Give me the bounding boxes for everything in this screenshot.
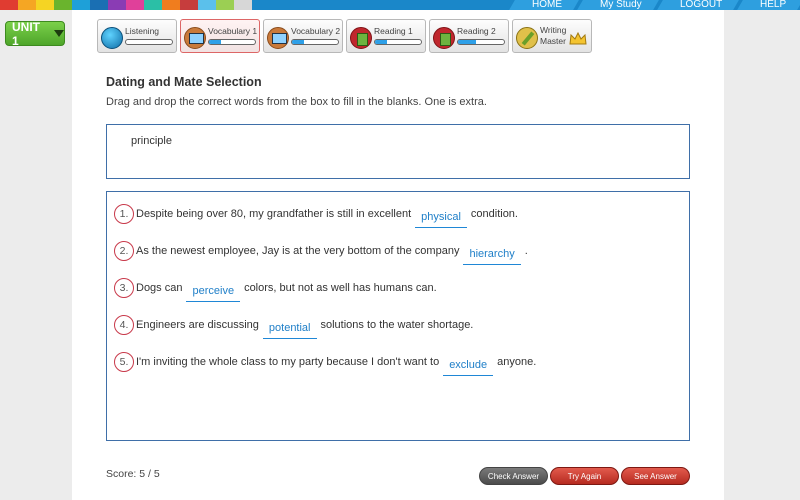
activity-title: Dating and Mate Selection xyxy=(106,75,262,89)
question-text-after: solutions to the water shortage. xyxy=(320,319,474,331)
activity-tabs: Listening Vocabulary 1 Vocabulary 2 Read… xyxy=(97,19,595,53)
question-item: 4. Engineers are discussing potential so… xyxy=(114,313,474,339)
question-text-before: Dogs can xyxy=(136,282,183,294)
unit-selector-button[interactable]: UNIT 1 xyxy=(5,19,65,48)
color-stripe-segment xyxy=(162,0,180,10)
color-stripe-segment xyxy=(0,0,18,10)
progress-fill xyxy=(292,40,304,44)
draggable-word[interactable]: principle xyxy=(131,135,172,147)
try-again-button[interactable]: Try Again xyxy=(550,467,619,485)
monitor-icon xyxy=(267,27,289,49)
top-nav: HOME My Study LOGOUT HELP xyxy=(508,0,800,10)
dropdown-arrow-icon xyxy=(54,30,64,37)
activity-instructions: Drag and drop the correct words from the… xyxy=(106,96,487,108)
question-text-before: Despite being over 80, my grandfather is… xyxy=(136,208,412,220)
book-icon xyxy=(350,27,372,49)
color-stripe-segment xyxy=(180,0,198,10)
color-stripe-segment xyxy=(36,0,54,10)
color-stripe-segment xyxy=(18,0,36,10)
color-stripe-segment xyxy=(54,0,72,10)
question-text-after: . xyxy=(524,245,528,257)
question-text-after: colors, but not as well has humans can. xyxy=(244,282,437,294)
question-number: 1. xyxy=(114,204,134,224)
monitor-icon xyxy=(184,27,206,49)
tab-listening[interactable]: Listening xyxy=(97,19,177,53)
progress-bar xyxy=(291,39,339,45)
question-text-before: I'm inviting the whole class to my party… xyxy=(136,356,440,368)
book-icon xyxy=(433,27,455,49)
tab-vocabulary-2[interactable]: Vocabulary 2 xyxy=(263,19,343,53)
score-display: Score: 5 / 5 xyxy=(106,468,160,480)
color-stripe-segment xyxy=(234,0,252,10)
nav-my-study[interactable]: My Study xyxy=(577,0,659,10)
answer-blank[interactable]: hierarchy xyxy=(463,244,521,265)
unit-label: UNIT 1 xyxy=(12,19,40,48)
question-text-before: As the newest employee, Jay is at the ve… xyxy=(136,245,460,257)
tab-label: Vocabulary 2 xyxy=(291,26,341,36)
nav-home[interactable]: HOME xyxy=(509,0,579,10)
word-bank: principle xyxy=(106,124,690,179)
color-stripe xyxy=(0,0,252,10)
tab-vocabulary-1[interactable]: Vocabulary 1 xyxy=(180,19,260,53)
progress-fill xyxy=(375,40,387,44)
color-stripe-segment xyxy=(72,0,90,10)
progress-fill xyxy=(209,40,221,44)
question-box: 1. Despite being over 80, my grandfather… xyxy=(106,191,690,441)
question-item: 5. I'm inviting the whole class to my pa… xyxy=(114,350,537,376)
answer-blank[interactable]: perceive xyxy=(186,281,241,302)
color-stripe-segment xyxy=(216,0,234,10)
question-item: 1. Despite being over 80, my grandfather… xyxy=(114,202,518,228)
color-stripe-segment xyxy=(144,0,162,10)
progress-bar xyxy=(208,39,256,45)
music-icon xyxy=(101,27,123,49)
color-stripe-segment xyxy=(198,0,216,10)
color-stripe-segment xyxy=(90,0,108,10)
see-answer-button[interactable]: See Answer xyxy=(621,467,690,485)
progress-bar xyxy=(457,39,505,45)
question-number: 3. xyxy=(114,278,134,298)
question-text-after: anyone. xyxy=(497,356,537,368)
check-answer-button[interactable]: Check Answer xyxy=(479,467,548,485)
answer-blank[interactable]: exclude xyxy=(443,355,494,376)
question-number: 2. xyxy=(114,241,134,261)
nav-help[interactable]: HELP xyxy=(736,0,800,10)
tab-reading-2[interactable]: Reading 2 xyxy=(429,19,509,53)
color-stripe-segment xyxy=(108,0,126,10)
tab-label: Reading 1 xyxy=(374,26,413,36)
progress-bar xyxy=(125,39,173,45)
tab-label: Listening xyxy=(125,26,160,36)
answer-blank[interactable]: physical xyxy=(415,207,467,228)
question-item: 2. As the newest employee, Jay is at the… xyxy=(114,239,528,265)
progress-fill xyxy=(458,40,477,44)
answer-blank[interactable]: potential xyxy=(262,318,317,339)
progress-bar xyxy=(374,39,422,45)
pencil-icon xyxy=(516,27,538,49)
tab-label: Vocabulary 1 xyxy=(208,26,258,36)
question-text-after: condition. xyxy=(470,208,518,220)
tab-writing-master[interactable]: Writing Master xyxy=(512,19,592,53)
question-text-before: Engineers are discussing xyxy=(136,319,259,331)
color-stripe-segment xyxy=(126,0,144,10)
crown-icon xyxy=(569,32,587,45)
tab-label: Reading 2 xyxy=(457,26,496,36)
tab-reading-1[interactable]: Reading 1 xyxy=(346,19,426,53)
question-item: 3. Dogs can perceive colors, but not as … xyxy=(114,276,437,302)
question-number: 4. xyxy=(114,315,134,335)
tab-label: Writing Master xyxy=(540,25,567,46)
question-number: 5. xyxy=(114,352,134,372)
nav-logout[interactable]: LOGOUT xyxy=(656,0,739,10)
